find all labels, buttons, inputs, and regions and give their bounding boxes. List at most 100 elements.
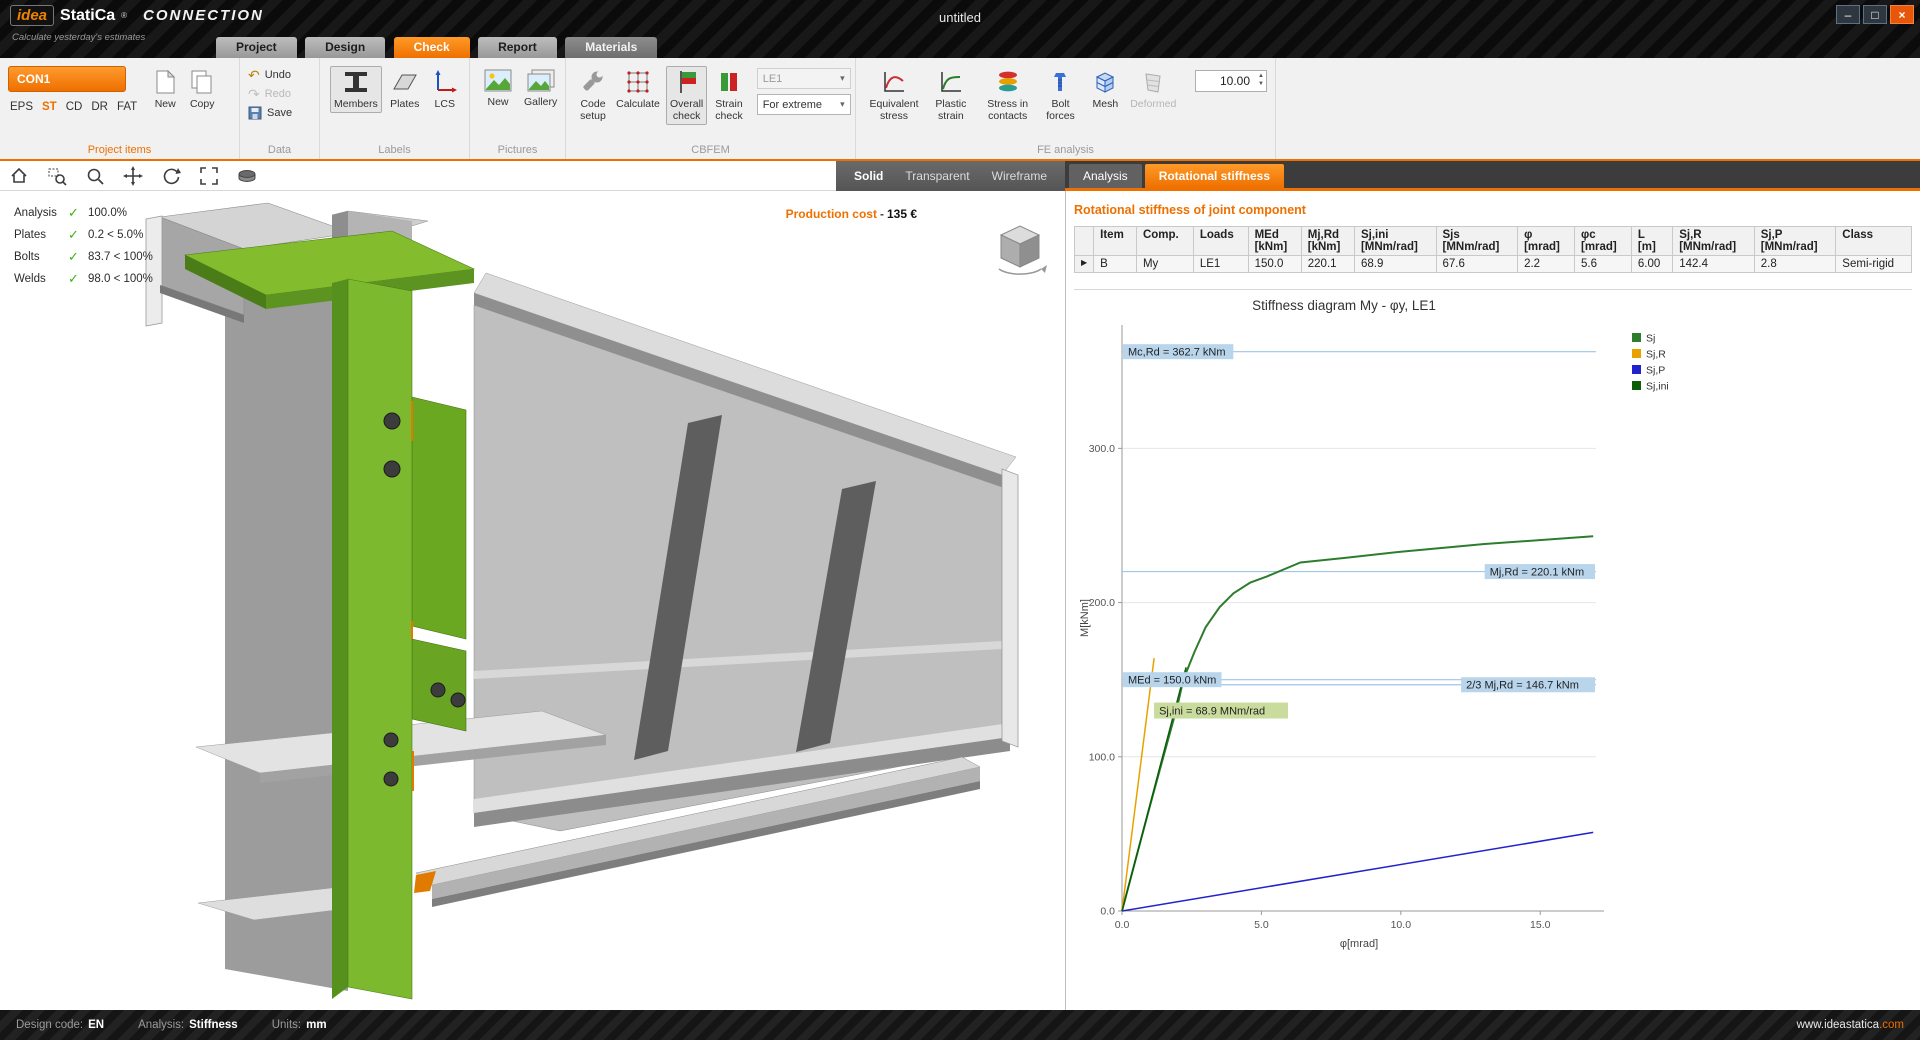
labels-plates-button[interactable]: Plates xyxy=(386,66,424,113)
strain-check-button[interactable]: Strain check xyxy=(711,66,746,125)
view-mode-switch: Solid Transparent Wireframe xyxy=(836,161,1065,191)
view-mode-solid[interactable]: Solid xyxy=(854,169,883,183)
group-label: Project items xyxy=(0,144,239,156)
close-button[interactable]: × xyxy=(1890,5,1914,24)
clipping-plane-button[interactable] xyxy=(232,163,262,189)
deformed-icon xyxy=(1140,69,1166,95)
check-row-plates: Plates ✓ 0.2 < 5.0% xyxy=(14,227,153,243)
production-cost: Production cost-135 € xyxy=(786,207,917,221)
table-cell: My xyxy=(1136,256,1193,273)
model-fin-plates[interactable] xyxy=(412,397,466,731)
copy-project-item-button[interactable]: Copy xyxy=(185,66,219,113)
redo-button[interactable]: ↷ Redo xyxy=(248,87,292,101)
window-controls: – □ × xyxy=(1836,5,1914,24)
table-header: Sj,P[MNm/rad] xyxy=(1754,227,1836,256)
stiffness-diagram: 0.0100.0200.0300.00.05.010.015.0Mc,Rd = … xyxy=(1074,313,1920,958)
undo-button[interactable]: ↶ Undo xyxy=(248,68,292,82)
save-icon xyxy=(248,106,262,120)
tab-rotational-stiffness[interactable]: Rotational stiffness xyxy=(1145,164,1284,188)
table-cell: 142.4 xyxy=(1673,256,1755,273)
svg-text:Sj,P: Sj,P xyxy=(1646,365,1665,377)
website-link[interactable]: www.ideastatica.com xyxy=(1797,1019,1920,1031)
fe-net-icon xyxy=(625,69,651,95)
deformed-button[interactable]: Deformed xyxy=(1129,66,1177,113)
model-column[interactable] xyxy=(332,279,412,999)
picture-new-button[interactable]: New xyxy=(480,66,516,111)
labels-members-button[interactable]: Members xyxy=(330,66,382,113)
analysis-type: Analysis:Stiffness xyxy=(138,1019,238,1031)
3d-viewport[interactable]: Analysis ✓ 100.0% Plates ✓ 0.2 < 5.0% Bo… xyxy=(0,191,1065,1010)
labels-lcs-button[interactable]: LCS xyxy=(428,66,462,113)
minimize-button[interactable]: – xyxy=(1836,5,1860,24)
table-header: Comp. xyxy=(1136,227,1193,256)
mode-fat[interactable]: FAT xyxy=(117,101,137,113)
group-label: Data xyxy=(240,144,319,156)
pan-button[interactable] xyxy=(118,163,148,189)
image-icon xyxy=(484,69,512,93)
deformed-scale-input[interactable]: 10.00 ▲ ▼ xyxy=(1195,70,1267,92)
tab-project[interactable]: Project xyxy=(216,37,297,58)
magnifier-icon xyxy=(85,166,105,186)
view-mode-wireframe[interactable]: Wireframe xyxy=(992,169,1047,183)
tab-analysis[interactable]: Analysis xyxy=(1069,164,1142,188)
results-tab-strip: Analysis Rotational stiffness xyxy=(1065,161,1920,191)
mode-eps[interactable]: EPS xyxy=(10,101,33,113)
svg-text:φ[mrad]: φ[mrad] xyxy=(1340,938,1378,950)
svg-text:Sj: Sj xyxy=(1646,333,1655,345)
code-setup-button[interactable]: Code setup xyxy=(576,66,610,125)
units: Units:mm xyxy=(272,1019,327,1031)
table-cell: B xyxy=(1094,256,1137,273)
project-item-selector[interactable]: CON1 xyxy=(8,66,126,92)
group-label: FE analysis xyxy=(856,144,1275,156)
svg-text:200.0: 200.0 xyxy=(1089,597,1115,609)
tab-design[interactable]: Design xyxy=(305,37,385,58)
zoom-window-button[interactable] xyxy=(42,163,72,189)
home-view-button[interactable] xyxy=(4,163,34,189)
extreme-select[interactable]: For extreme ▾ xyxy=(757,94,851,115)
row-expander-icon[interactable]: ▶ xyxy=(1075,256,1094,273)
strain-curve-icon xyxy=(938,69,964,95)
svg-text:100.0: 100.0 xyxy=(1089,751,1115,763)
bolt-forces-button[interactable]: Bolt forces xyxy=(1040,66,1082,125)
save-button[interactable]: Save xyxy=(248,106,292,120)
plastic-strain-button[interactable]: Plastic strain xyxy=(926,66,976,125)
mode-st[interactable]: ST xyxy=(42,101,57,113)
registered-mark: ® xyxy=(121,11,127,20)
table-header: Mj,Rd[kNm] xyxy=(1301,227,1354,256)
strain-icon xyxy=(716,69,742,95)
tab-materials[interactable]: Materials xyxy=(565,37,657,58)
mode-dr[interactable]: DR xyxy=(91,101,108,113)
calculate-button[interactable]: Calculate xyxy=(614,66,662,113)
spinner-arrows-icon[interactable]: ▲ ▼ xyxy=(1258,72,1264,89)
model-column-rear-web[interactable] xyxy=(225,266,348,991)
bolt-icon xyxy=(1047,69,1073,95)
zoom-button[interactable] xyxy=(80,163,110,189)
tab-report[interactable]: Report xyxy=(478,37,557,58)
tab-check[interactable]: Check xyxy=(394,37,470,58)
table-header: L[m] xyxy=(1631,227,1672,256)
overall-check-button[interactable]: Overall check xyxy=(666,66,707,125)
group-label: Pictures xyxy=(470,144,565,156)
view-mode-transparent[interactable]: Transparent xyxy=(905,169,969,183)
fit-view-button[interactable] xyxy=(194,163,224,189)
stiffness-chart-area: Stiffness diagram My - φy, LE1 0.0100.02… xyxy=(1074,298,1920,963)
gallery-button[interactable]: Gallery xyxy=(520,66,561,111)
load-case-select[interactable]: LE1 ▾ xyxy=(757,68,851,89)
undo-icon: ↶ xyxy=(248,68,260,82)
ribbon: CON1 EPS ST CD DR FAT New Copy Pro xyxy=(0,58,1920,161)
table-row[interactable]: ▶BMyLE1150.0220.168.967.62.25.66.00142.4… xyxy=(1075,256,1912,273)
navigation-cube-icon xyxy=(989,215,1051,277)
plate-icon xyxy=(390,69,420,95)
navigation-cube[interactable] xyxy=(989,215,1051,282)
stress-in-contacts-button[interactable]: Stress in contacts xyxy=(980,66,1036,125)
rotate-view-button[interactable] xyxy=(156,163,186,189)
mode-cd[interactable]: CD xyxy=(66,101,83,113)
mesh-button[interactable]: Mesh xyxy=(1085,66,1125,113)
group-labels: Members Plates LCS Labels xyxy=(320,58,470,159)
equivalent-stress-button[interactable]: Equivalent stress xyxy=(866,66,922,125)
maximize-button[interactable]: □ xyxy=(1863,5,1887,24)
divider xyxy=(1074,289,1912,290)
redo-icon: ↷ xyxy=(248,87,260,101)
idea-logo: idea xyxy=(10,5,54,26)
new-project-item-button[interactable]: New xyxy=(149,66,181,113)
